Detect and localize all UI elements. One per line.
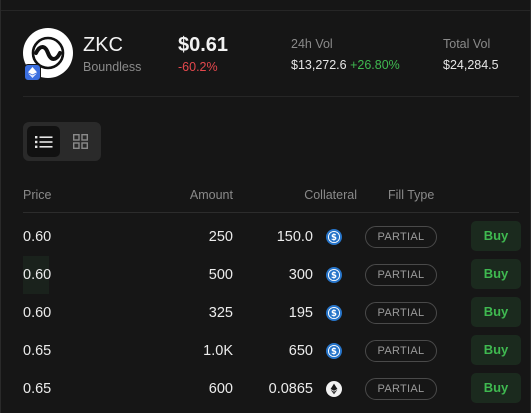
- buy-button[interactable]: Buy: [471, 373, 521, 403]
- price-change: -60.2%: [178, 60, 218, 74]
- fill-type-badge: PARTIAL: [365, 378, 437, 400]
- usdc-icon: $: [326, 229, 342, 245]
- top-divider: [1, 10, 530, 11]
- fill-type-badge: PARTIAL: [365, 264, 437, 286]
- buy-button[interactable]: Buy: [471, 335, 521, 365]
- grid-view-button[interactable]: [64, 126, 97, 157]
- token-symbol: ZKC: [83, 34, 123, 56]
- table-row: 0.60 500 300 $ PARTIAL Buy: [23, 256, 521, 294]
- orderbook-panel: ZKC Boundless $0.61 -60.2% 24h Vol $13,2…: [0, 0, 531, 413]
- table-row: 0.65 600 0.0865 PARTIAL Buy: [23, 370, 521, 408]
- vol24-value: $13,272.6: [291, 58, 347, 72]
- buy-button[interactable]: Buy: [471, 221, 521, 251]
- total-vol-label: Total Vol: [443, 37, 491, 51]
- table-header: Price Amount Collateral Fill Type: [23, 188, 519, 213]
- usdc-icon: $: [326, 267, 342, 283]
- total-vol-value: $24,284.5: [443, 58, 499, 72]
- fill-type-badge: PARTIAL: [365, 302, 437, 324]
- buy-button[interactable]: Buy: [471, 297, 521, 327]
- fill-type-badge: PARTIAL: [365, 226, 437, 248]
- list-view-button[interactable]: [27, 126, 60, 157]
- token-name: Boundless: [83, 60, 142, 74]
- header-collateral: Collateral: [304, 188, 357, 202]
- row-collateral: 195: [288, 305, 313, 321]
- usdc-icon: $: [326, 305, 342, 321]
- vol24-change: +26.80%: [350, 58, 400, 72]
- ethereum-icon: [326, 381, 342, 397]
- row-amount: 250: [208, 229, 233, 245]
- row-amount: 1.0K: [203, 343, 233, 359]
- svg-text:$: $: [331, 347, 337, 357]
- row-price: 0.60: [23, 305, 52, 321]
- svg-text:$: $: [331, 271, 337, 281]
- row-price: 0.65: [23, 343, 52, 359]
- header-divider: [23, 96, 519, 97]
- grid-view-icon: [73, 134, 88, 149]
- row-collateral: 0.0865: [268, 381, 313, 397]
- list-view-icon: [34, 135, 52, 148]
- ethereum-icon: [24, 64, 41, 81]
- header-amount: Amount: [189, 188, 233, 202]
- usdc-icon: $: [326, 343, 342, 359]
- svg-text:$: $: [331, 309, 337, 319]
- svg-text:$: $: [331, 233, 337, 243]
- vol24-stat: $13,272.6 +26.80%: [291, 58, 400, 72]
- table-row: 0.60 250 150.0 $ PARTIAL Buy: [23, 218, 521, 256]
- row-collateral: 300: [288, 267, 313, 283]
- row-amount: 325: [208, 305, 233, 321]
- token-price: $0.61: [178, 34, 229, 56]
- fill-type-badge: PARTIAL: [365, 340, 437, 362]
- view-toggle: [23, 122, 101, 161]
- row-price: 0.60: [23, 229, 52, 245]
- row-collateral: 650: [288, 343, 313, 359]
- row-amount: 600: [208, 381, 233, 397]
- table-row: 0.65 1.0K 650 $ PARTIAL Buy: [23, 332, 521, 370]
- header-fill-type: Fill Type: [388, 188, 435, 202]
- header-price: Price: [23, 188, 52, 202]
- row-collateral: 150.0: [276, 229, 313, 245]
- row-amount: 500: [208, 267, 233, 283]
- token-header: ZKC Boundless $0.61 -60.2% 24h Vol $13,2…: [23, 28, 513, 81]
- table-row: 0.60 325 195 $ PARTIAL Buy: [23, 294, 521, 332]
- buy-button[interactable]: Buy: [471, 259, 521, 289]
- row-price: 0.60: [23, 267, 52, 283]
- row-price: 0.65: [23, 381, 52, 397]
- vol24-label: 24h Vol: [291, 37, 333, 51]
